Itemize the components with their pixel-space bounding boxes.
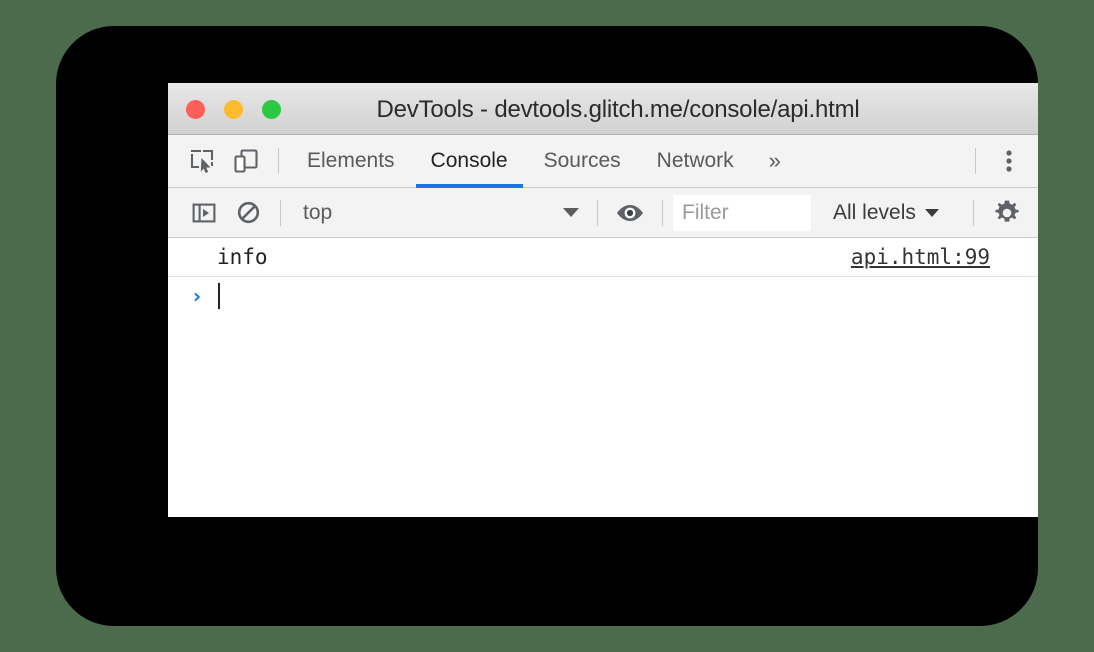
chevron-down-icon — [924, 208, 939, 217]
console-message-text: info — [217, 245, 268, 269]
console-sidebar-icon[interactable] — [182, 193, 226, 233]
more-options-icon[interactable] — [986, 141, 1032, 181]
console-message-row[interactable]: info api.html:99 — [168, 238, 1038, 277]
console-toolbar-divider-2 — [597, 199, 598, 226]
live-expression-eye-icon[interactable] — [608, 193, 652, 233]
console-toolbar-divider-1 — [280, 199, 281, 226]
tab-elements[interactable]: Elements — [289, 135, 413, 188]
toolbar-divider — [278, 148, 279, 174]
inspect-element-icon[interactable] — [180, 141, 224, 181]
clear-console-icon[interactable] — [226, 193, 270, 233]
log-level-label: All levels — [833, 200, 916, 224]
console-toolbar-divider-4 — [973, 199, 974, 226]
devtools-window: DevTools - devtools.glitch.me/console/ap… — [168, 83, 1038, 517]
execution-context-selector[interactable]: top — [291, 196, 587, 230]
settings-gear-icon[interactable] — [984, 193, 1030, 233]
console-toolbar-divider-3 — [662, 199, 663, 226]
console-toolbar: top All levels — [168, 188, 1038, 238]
console-prompt-chevron-icon: › — [192, 284, 202, 308]
tab-sources[interactable]: Sources — [526, 135, 639, 188]
chevron-down-icon — [563, 208, 579, 217]
more-tabs-label: » — [768, 148, 781, 173]
execution-context-label: top — [303, 200, 333, 224]
console-prompt-caret — [218, 283, 220, 309]
console-prompt-row[interactable]: › — [168, 277, 1038, 315]
tab-elements-label: Elements — [307, 149, 395, 172]
more-tabs-chevron-icon[interactable]: » — [752, 135, 798, 188]
log-level-dropdown[interactable]: All levels — [833, 201, 939, 225]
toolbar-divider-right — [975, 148, 976, 174]
title-bar: DevTools - devtools.glitch.me/console/ap… — [168, 83, 1038, 135]
device-frame: DevTools - devtools.glitch.me/console/ap… — [56, 26, 1038, 626]
tab-console[interactable]: Console — [413, 135, 526, 188]
tab-network-label: Network — [656, 149, 734, 172]
tab-sources-label: Sources — [543, 149, 621, 172]
tab-network[interactable]: Network — [639, 135, 752, 188]
devtools-tab-bar: Elements Console Sources Network » — [168, 135, 1038, 188]
filter-input[interactable] — [673, 194, 811, 231]
console-message-source-link[interactable]: api.html:99 — [851, 245, 990, 269]
window-title: DevTools - devtools.glitch.me/console/ap… — [376, 96, 860, 123]
console-output: info api.html:99 › — [168, 238, 1038, 516]
tab-console-label: Console — [430, 149, 508, 172]
device-toolbar-icon[interactable] — [224, 141, 268, 181]
